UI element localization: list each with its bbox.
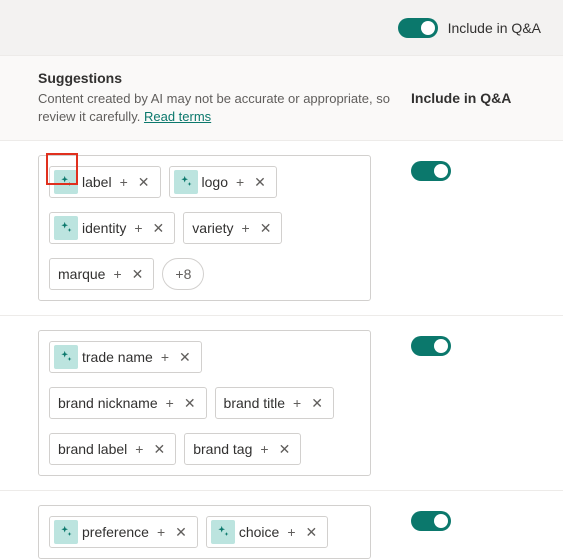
chip-add-button[interactable]: + [164, 396, 176, 410]
chip-label: choice [239, 524, 279, 540]
suggestion-chip[interactable]: trade name + ✕ [49, 341, 202, 373]
chip-remove-button[interactable]: ✕ [304, 525, 320, 539]
group-toggle-column [411, 155, 541, 181]
chip-add-button[interactable]: + [155, 525, 167, 539]
chip-add-button[interactable]: + [111, 267, 123, 281]
chip-label: label [82, 174, 112, 190]
chip-add-button[interactable]: + [240, 221, 252, 235]
chip-label: brand title [224, 395, 285, 411]
sparkle-icon [174, 170, 198, 194]
suggestion-chip[interactable]: variety + ✕ [183, 212, 282, 244]
chip-add-button[interactable]: + [234, 175, 246, 189]
suggestion-group: trade name + ✕ brand nickname + ✕ brand title +… [0, 316, 563, 491]
chip-container: trade name + ✕ brand nickname + ✕ brand title +… [38, 330, 371, 476]
chip-add-button[interactable]: + [258, 442, 270, 456]
chip-label: trade name [82, 349, 153, 365]
chip-remove-button[interactable]: ✕ [136, 175, 152, 189]
suggestions-description: Content created by AI may not be accurat… [38, 90, 391, 126]
chip-remove-button[interactable]: ✕ [252, 175, 268, 189]
suggestion-chip[interactable]: brand title + ✕ [215, 387, 334, 419]
sparkle-icon [54, 345, 78, 369]
description-text: Content created by AI may not be accurat… [38, 91, 390, 124]
top-bar: Include in Q&A [0, 0, 563, 56]
chip-add-button[interactable]: + [159, 350, 171, 364]
suggestion-group: label + ✕ logo + ✕ identity + ✕ variety + ✕ marque + ✕… [0, 141, 563, 316]
chip-remove-button[interactable]: ✕ [177, 350, 193, 364]
suggestion-chip[interactable]: label + ✕ [49, 166, 161, 198]
group-include-toggle[interactable] [411, 161, 451, 181]
chip-label: identity [82, 220, 126, 236]
chip-remove-button[interactable]: ✕ [130, 267, 146, 281]
chip-label: brand nickname [58, 395, 158, 411]
chip-label: marque [58, 266, 105, 282]
chip-remove-button[interactable]: ✕ [309, 396, 325, 410]
global-toggle-label: Include in Q&A [448, 20, 541, 36]
chip-remove-button[interactable]: ✕ [182, 396, 198, 410]
chip-label: preference [82, 524, 149, 540]
suggestion-chip[interactable]: choice + ✕ [206, 516, 328, 548]
chip-remove-button[interactable]: ✕ [277, 442, 293, 456]
chip-remove-button[interactable]: ✕ [151, 221, 167, 235]
sparkle-icon [54, 520, 78, 544]
chip-add-button[interactable]: + [132, 221, 144, 235]
chip-label: logo [202, 174, 228, 190]
chip-label: brand tag [193, 441, 252, 457]
chip-add-button[interactable]: + [285, 525, 297, 539]
chip-container: preference + ✕ choice + ✕ [38, 505, 371, 559]
suggestion-chip[interactable]: brand nickname + ✕ [49, 387, 207, 419]
header-row: Suggestions Content created by AI may no… [0, 56, 563, 141]
chip-container: label + ✕ logo + ✕ identity + ✕ variety + ✕ marque + ✕… [38, 155, 371, 301]
suggestion-chip[interactable]: marque + ✕ [49, 258, 154, 290]
suggestion-chip[interactable]: identity + ✕ [49, 212, 175, 244]
sparkle-icon [211, 520, 235, 544]
chip-remove-button[interactable]: ✕ [173, 525, 189, 539]
group-include-toggle[interactable] [411, 336, 451, 356]
header-left: Suggestions Content created by AI may no… [38, 70, 411, 126]
suggestion-chip[interactable]: preference + ✕ [49, 516, 198, 548]
suggestion-group: preference + ✕ choice + ✕ [0, 491, 563, 559]
group-include-toggle[interactable] [411, 511, 451, 531]
group-toggle-column [411, 505, 541, 531]
chip-remove-button[interactable]: ✕ [258, 221, 274, 235]
global-toggle-row: Include in Q&A [398, 18, 541, 38]
global-include-toggle[interactable] [398, 18, 438, 38]
sparkle-icon [54, 216, 78, 240]
chip-add-button[interactable]: + [133, 442, 145, 456]
suggestions-title: Suggestions [38, 70, 391, 86]
suggestion-chip[interactable]: brand label + ✕ [49, 433, 176, 465]
suggestion-chip[interactable]: logo + ✕ [169, 166, 277, 198]
chip-remove-button[interactable]: ✕ [151, 442, 167, 456]
read-terms-link[interactable]: Read terms [144, 109, 211, 124]
column-header-include: Include in Q&A [411, 70, 541, 126]
suggestion-chip[interactable]: brand tag + ✕ [184, 433, 301, 465]
chip-label: brand label [58, 441, 127, 457]
sparkle-icon [54, 170, 78, 194]
more-chips-pill[interactable]: +8 [162, 258, 204, 290]
chip-add-button[interactable]: + [118, 175, 130, 189]
chip-add-button[interactable]: + [291, 396, 303, 410]
chip-label: variety [192, 220, 233, 236]
group-toggle-column [411, 330, 541, 356]
